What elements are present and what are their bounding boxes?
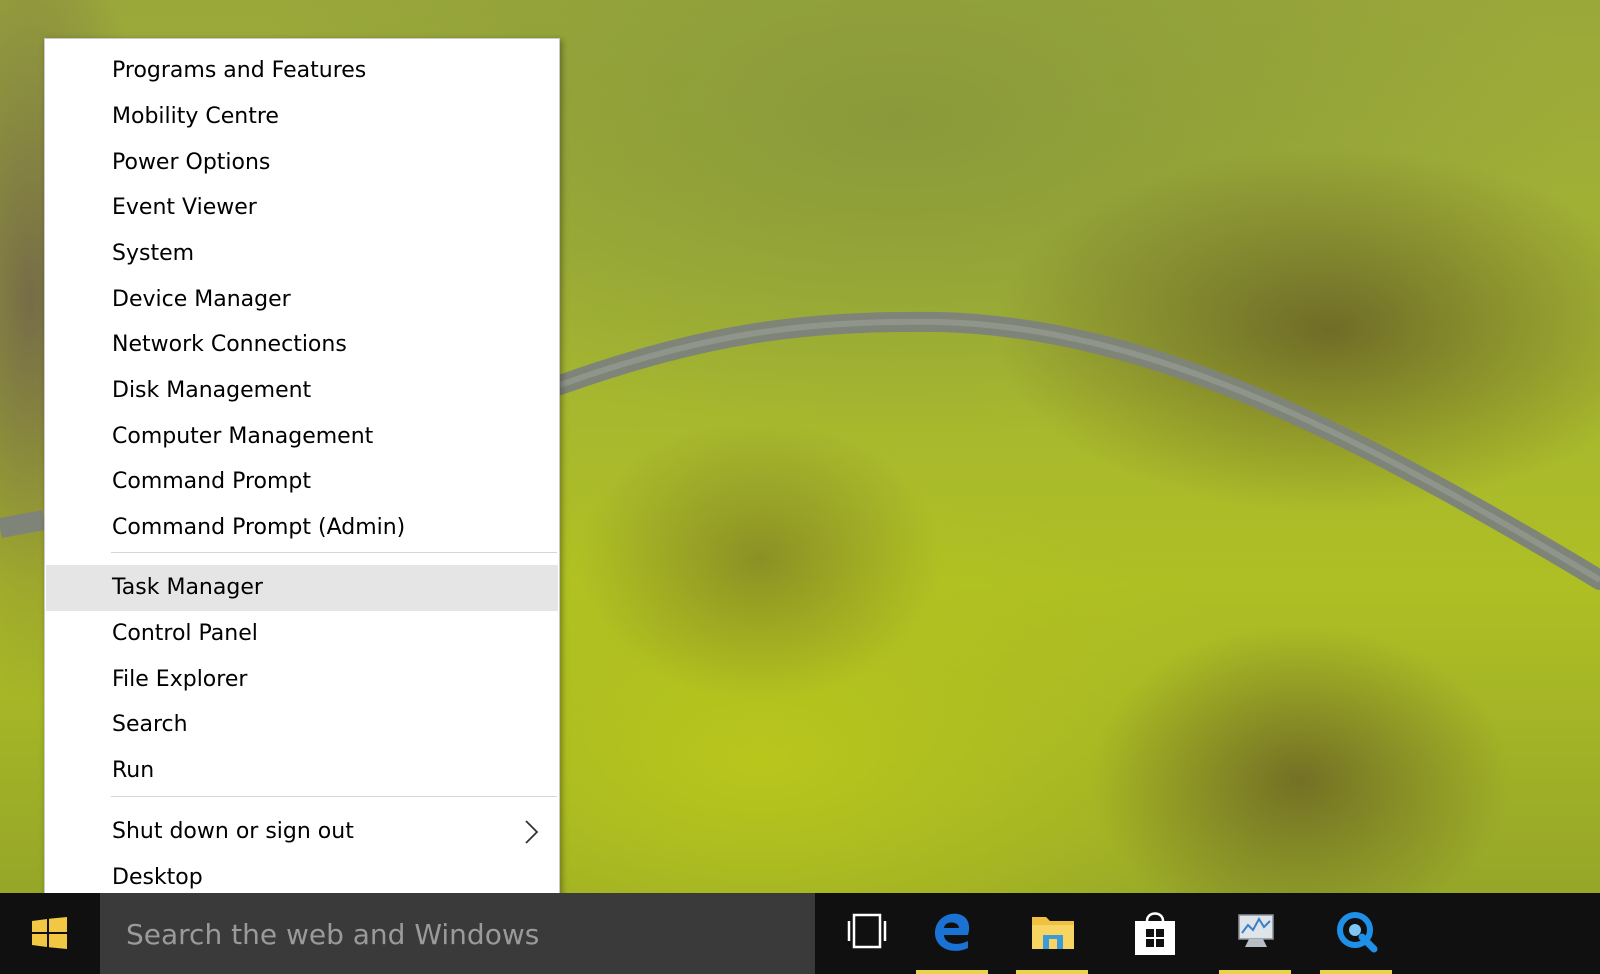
search-input[interactable] [124, 913, 788, 955]
menu-item-command-prompt[interactable]: Command Prompt [46, 459, 558, 505]
edge-icon [935, 913, 970, 951]
menu-item-network-connections[interactable]: Network Connections [46, 322, 558, 368]
menu-item-label: Computer Management [112, 424, 374, 449]
menu-item-label: Task Manager [112, 575, 263, 600]
taskbar-store[interactable] [1113, 893, 1195, 974]
menu-item-label: File Explorer [112, 667, 248, 692]
menu-item-control-panel[interactable]: Control Panel [46, 611, 558, 657]
menu-item-system[interactable]: System [46, 231, 558, 277]
taskbar-task-view[interactable] [826, 893, 908, 974]
menu-item-label: Network Connections [112, 332, 347, 357]
menu-item-programs-and-features[interactable]: Programs and Features [46, 48, 558, 94]
windows-logo-icon [32, 917, 67, 949]
menu-item-shut-down-or-sign-out[interactable]: Shut down or sign out [46, 809, 558, 855]
quicktime-icon [1337, 912, 1378, 953]
taskbar-performance-monitor[interactable] [1214, 893, 1296, 974]
menu-item-label: Programs and Features [112, 58, 367, 83]
running-indicator [1016, 970, 1088, 974]
menu-item-label: Event Viewer [112, 195, 257, 220]
menu-item-search[interactable]: Search [46, 702, 558, 748]
menu-item-power-options[interactable]: Power Options [46, 140, 558, 186]
performance-monitor-icon [1238, 914, 1274, 947]
menu-item-command-prompt-admin[interactable]: Command Prompt (Admin) [46, 505, 558, 551]
menu-item-label: Run [112, 758, 155, 783]
menu-item-label: Power Options [112, 150, 271, 175]
menu-item-label: Control Panel [112, 621, 258, 646]
menu-item-event-viewer[interactable]: Event Viewer [46, 185, 558, 231]
menu-item-run[interactable]: Run [46, 748, 558, 794]
menu-item-mobility-centre[interactable]: Mobility Centre [46, 94, 558, 140]
taskbar [0, 893, 1600, 974]
menu-item-label: Shut down or sign out [112, 819, 354, 844]
file-explorer-icon [1032, 917, 1074, 949]
chevron-right-icon [525, 820, 539, 844]
running-indicator [1219, 970, 1291, 974]
menu-item-file-explorer[interactable]: File Explorer [46, 657, 558, 703]
menu-item-disk-management[interactable]: Disk Management [46, 368, 558, 414]
store-icon [1135, 912, 1175, 955]
menu-separator [111, 552, 557, 553]
menu-item-computer-management[interactable]: Computer Management [46, 414, 558, 460]
running-indicator [916, 970, 988, 974]
menu-item-label: System [112, 241, 195, 266]
task-view-icon [847, 913, 887, 949]
menu-separator [111, 796, 557, 797]
menu-item-label: Mobility Centre [112, 104, 279, 129]
menu-item-label: Command Prompt [112, 469, 311, 494]
start-button[interactable] [0, 893, 100, 974]
menu-item-label: Search [112, 712, 188, 737]
winx-context-menu: Programs and Features Mobility Centre Po… [44, 38, 560, 922]
menu-item-label: Command Prompt (Admin) [112, 515, 406, 540]
menu-item-label: Device Manager [112, 287, 291, 312]
taskbar-search-box[interactable] [100, 893, 815, 974]
menu-item-label: Disk Management [112, 378, 312, 403]
taskbar-edge[interactable] [911, 893, 993, 974]
taskbar-quicktime[interactable] [1315, 893, 1397, 974]
taskbar-file-explorer[interactable] [1011, 893, 1093, 974]
menu-item-task-manager[interactable]: Task Manager [46, 565, 558, 611]
running-indicator [1320, 970, 1392, 974]
menu-item-device-manager[interactable]: Device Manager [46, 277, 558, 323]
